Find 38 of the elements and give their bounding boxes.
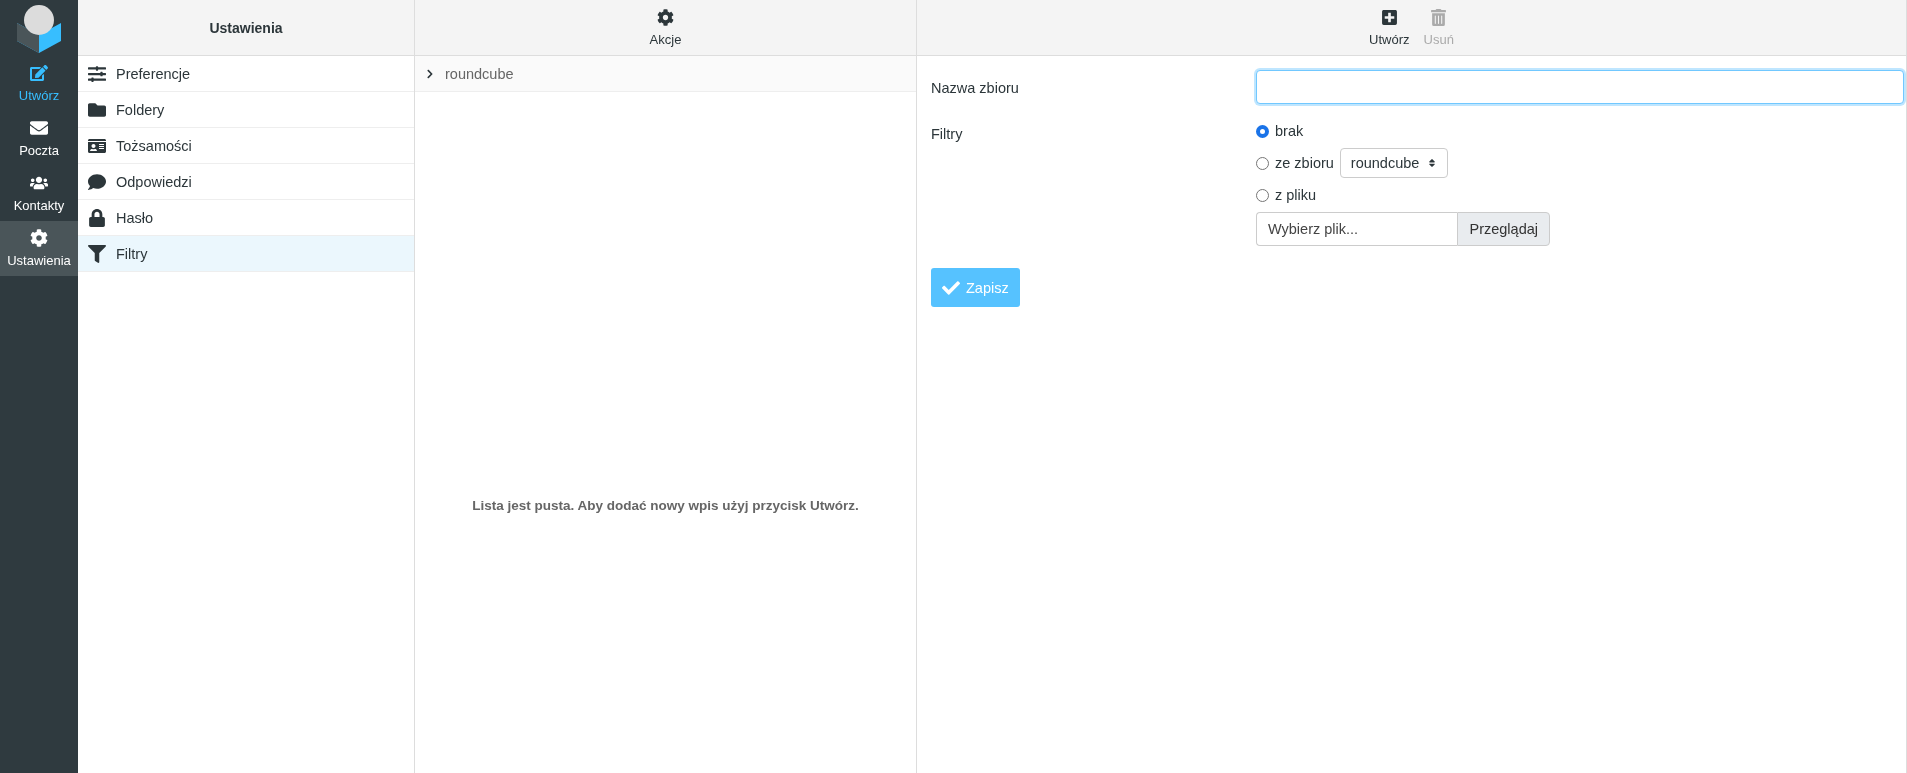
actions-button[interactable]: Akcje	[649, 8, 682, 47]
empty-message: Lista jest pusta. Aby dodać nowy wpis użyj przycisk Utwórz.	[472, 497, 859, 513]
radio-button[interactable]	[1256, 124, 1269, 138]
option-label: brak	[1275, 123, 1304, 139]
sliders-icon	[88, 64, 106, 83]
radio-button[interactable]	[1256, 156, 1269, 170]
folder-icon	[88, 100, 106, 119]
settings-item[interactable]: Filtry	[78, 236, 414, 272]
id-card-icon	[88, 136, 106, 155]
browse-button[interactable]: Przeglądaj	[1457, 212, 1550, 246]
nav-item[interactable]: Kontakty	[0, 166, 78, 221]
people-icon	[30, 174, 48, 192]
nav-item[interactable]: Poczta	[0, 111, 78, 166]
sort-arrows-icon	[1427, 158, 1438, 168]
envelope-icon	[30, 119, 48, 137]
select-dropdown[interactable]: roundcube	[1339, 148, 1449, 178]
plus-icon	[1380, 8, 1398, 26]
logo-icon	[15, 3, 63, 53]
column-title: Ustawienia	[209, 19, 283, 36]
option-label: z pliku	[1275, 187, 1317, 203]
field-label: Filtry	[931, 125, 964, 142]
filter-set-item[interactable]: roundcube	[415, 56, 916, 92]
input-field[interactable]	[1256, 70, 1904, 104]
check-icon	[942, 278, 960, 297]
lock-icon	[88, 208, 106, 227]
create-button[interactable]: Utwórz	[1369, 8, 1410, 47]
file-field[interactable]: Wybierz plik...	[1256, 212, 1458, 246]
speech-bubble-icon	[88, 172, 106, 191]
settings-icon	[30, 229, 48, 247]
radio-button[interactable]	[1256, 188, 1269, 202]
compose-icon	[30, 64, 48, 82]
trash-icon	[1430, 8, 1448, 26]
settings-icon	[657, 8, 674, 26]
option-label: ze zbioru	[1275, 155, 1334, 171]
nav-item[interactable]: Ustawienia	[0, 221, 78, 276]
nav-item[interactable]: Utwórz	[0, 56, 78, 111]
field-label: Nazwa zbioru	[931, 79, 1020, 96]
filter-icon	[88, 244, 106, 263]
